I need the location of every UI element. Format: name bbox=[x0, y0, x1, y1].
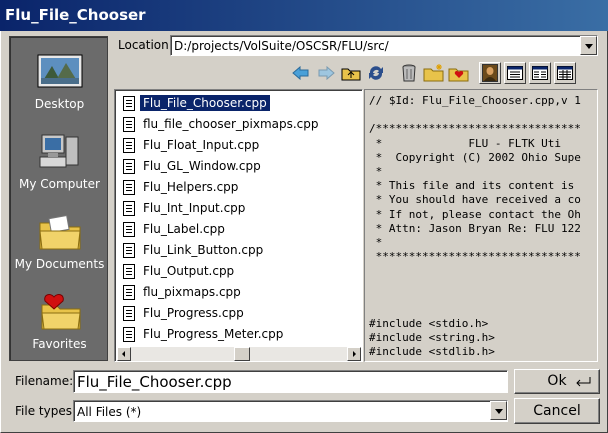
document-icon bbox=[123, 221, 135, 237]
list-view-icon[interactable] bbox=[504, 62, 526, 84]
file-list-item[interactable]: Flu_Int_Input.cpp bbox=[119, 198, 248, 218]
file-name-label: Flu_GL_Window.cpp bbox=[143, 159, 261, 173]
file-list-item[interactable]: Flu_Label.cpp bbox=[119, 219, 228, 239]
file-list-item[interactable]: Flu_GL_Window.cpp bbox=[119, 156, 264, 176]
scroll-left-icon bbox=[122, 351, 125, 357]
file-list-item[interactable]: flu_file_chooser_pixmaps.cpp bbox=[119, 114, 322, 134]
file-name-label: Flu_Helpers.cpp bbox=[143, 180, 239, 194]
document-icon bbox=[123, 116, 135, 132]
enter-key-icon bbox=[576, 377, 591, 387]
cancel-button[interactable]: Cancel bbox=[514, 398, 600, 424]
horizontal-scrollbar[interactable] bbox=[117, 347, 361, 361]
document-icon bbox=[123, 326, 135, 342]
file-list-item[interactable]: Flu_Progress_Meter.cpp bbox=[119, 324, 286, 344]
file-name-label: Flu_File_Chooser.cpp bbox=[139, 94, 271, 112]
filetypes-combo[interactable]: All Files (*) bbox=[73, 400, 508, 422]
document-icon bbox=[123, 137, 135, 153]
document-icon bbox=[123, 242, 135, 258]
file-name-label: Flu_Output.cpp bbox=[143, 264, 235, 278]
trash-icon[interactable] bbox=[398, 62, 420, 84]
document-icon bbox=[123, 179, 135, 195]
favorites-sidebar: Desktop My Computer My Documents Favorit… bbox=[9, 36, 108, 361]
filetypes-dropdown-button[interactable] bbox=[490, 401, 507, 420]
document-icon bbox=[123, 263, 135, 279]
file-list-items: Flu_File_Chooser.cpp flu_file_chooser_pix… bbox=[117, 92, 361, 347]
wide-view-icon[interactable] bbox=[554, 62, 576, 84]
file-list-item[interactable]: flu_pixmaps.cpp bbox=[119, 282, 244, 302]
filetypes-label: File types: bbox=[15, 404, 76, 418]
back-arrow-icon[interactable] bbox=[290, 62, 312, 84]
document-icon bbox=[123, 95, 135, 111]
preview-icon[interactable] bbox=[479, 62, 501, 84]
document-icon bbox=[123, 200, 135, 216]
favorites-folder-icon bbox=[40, 293, 81, 330]
file-name-label: Flu_Label.cpp bbox=[143, 222, 225, 236]
documents-folder-icon bbox=[38, 214, 81, 250]
favorite-favorites[interactable]: Favorites bbox=[10, 291, 109, 351]
file-name-label: Flu_Progress_Meter.cpp bbox=[143, 327, 284, 341]
favorite-my-documents[interactable]: My Documents bbox=[10, 211, 109, 271]
scroll-thumb[interactable] bbox=[234, 347, 250, 361]
forward-arrow-icon[interactable] bbox=[315, 62, 337, 84]
desktop-icon bbox=[37, 54, 82, 88]
location-value[interactable]: D:/projects/VolSuite/OSCSR/FLU/src/ bbox=[174, 39, 389, 53]
file-list-item[interactable]: Flu_Helpers.cpp bbox=[119, 177, 241, 197]
window-title: Flu_File_Chooser bbox=[5, 6, 146, 24]
scroll-left-button[interactable] bbox=[117, 347, 131, 361]
location-label: Location: bbox=[118, 38, 173, 52]
file-list-item[interactable]: Flu_Output.cpp bbox=[119, 261, 237, 281]
file-name-label: Flu_Float_Input.cpp bbox=[143, 138, 260, 152]
file-name-label: Flu_Int_Input.cpp bbox=[143, 201, 246, 215]
computer-icon bbox=[39, 134, 78, 168]
preview-text-header: // $Id: Flu_File_Chooser.cpp,v 1 /******… bbox=[369, 94, 581, 264]
favorite-my-computer[interactable]: My Computer bbox=[10, 131, 109, 191]
location-dropdown-button[interactable] bbox=[580, 36, 597, 55]
up-folder-icon[interactable] bbox=[340, 62, 362, 84]
file-name-label: Flu_Progress.cpp bbox=[143, 306, 244, 320]
file-list-item[interactable]: Flu_Float_Input.cpp bbox=[119, 135, 262, 155]
favorite-desktop[interactable]: Desktop bbox=[10, 51, 109, 111]
title-bar[interactable]: Flu_File_Chooser bbox=[0, 0, 608, 31]
file-name-label: Flu_Link_Button.cpp bbox=[143, 243, 264, 257]
document-icon bbox=[123, 284, 135, 300]
add-favorite-icon[interactable] bbox=[448, 62, 470, 84]
filename-input[interactable]: Flu_File_Chooser.cpp bbox=[73, 370, 508, 393]
document-icon bbox=[123, 158, 135, 174]
file-list-item[interactable]: Flu_File_Chooser.cpp bbox=[119, 93, 271, 113]
file-name-label: flu_pixmaps.cpp bbox=[143, 285, 241, 299]
location-combo[interactable]: D:/projects/VolSuite/OSCSR/FLU/src/ bbox=[170, 35, 598, 56]
scroll-right-icon bbox=[353, 351, 356, 357]
file-list[interactable]: Flu_File_Chooser.cpp flu_file_chooser_pix… bbox=[114, 89, 363, 362]
document-icon bbox=[123, 305, 135, 321]
scroll-right-button[interactable] bbox=[347, 347, 361, 361]
filename-label: Filename: bbox=[15, 374, 74, 388]
file-name-label: flu_file_chooser_pixmaps.cpp bbox=[143, 117, 319, 131]
new-folder-icon[interactable] bbox=[423, 62, 445, 84]
refresh-icon[interactable] bbox=[365, 62, 387, 84]
file-preview-pane: // $Id: Flu_File_Chooser.cpp,v 1 /******… bbox=[364, 89, 598, 362]
file-list-item[interactable]: Flu_Link_Button.cpp bbox=[119, 240, 266, 260]
preview-text-includes: #include <stdio.h> #include <string.h> #… bbox=[369, 317, 495, 359]
detail-view-icon[interactable] bbox=[529, 62, 551, 84]
toolbar-right bbox=[398, 62, 576, 86]
file-list-item[interactable]: Flu_Progress.cpp bbox=[119, 303, 247, 323]
toolbar bbox=[290, 62, 387, 86]
ok-button[interactable]: Ok bbox=[514, 369, 600, 394]
